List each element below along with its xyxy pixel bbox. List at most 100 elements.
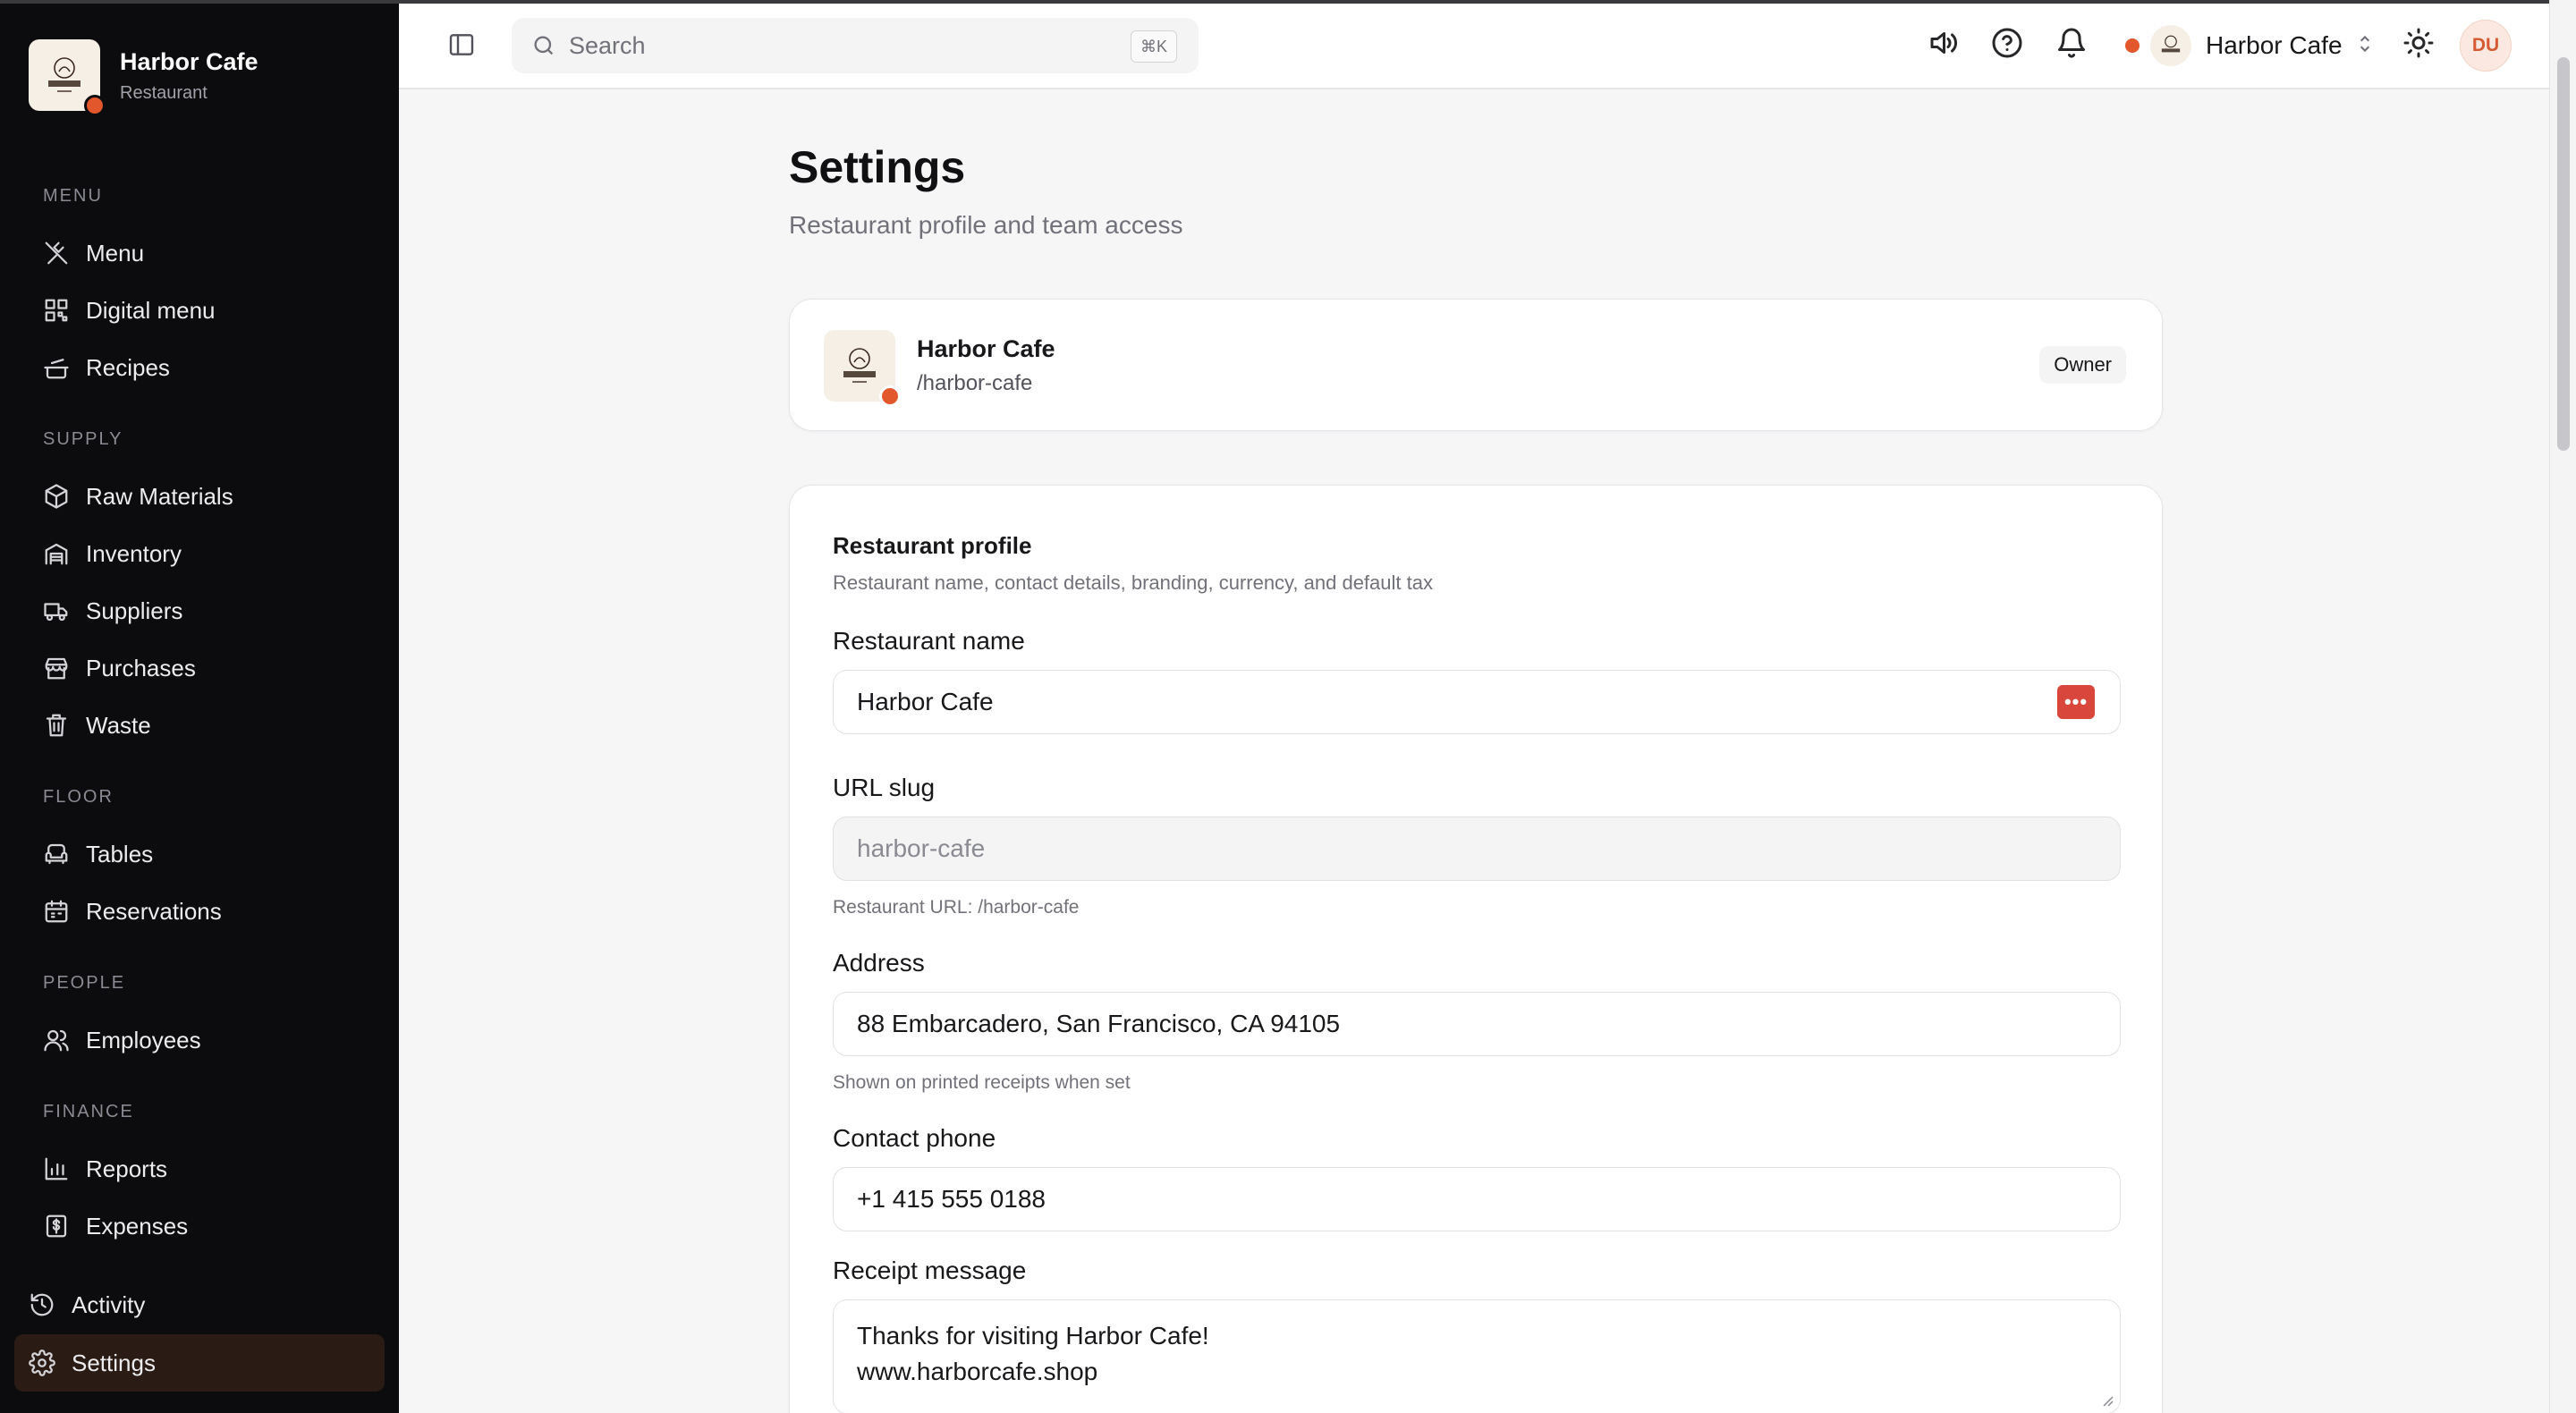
contact-phone-label: Contact phone [833, 1124, 996, 1152]
users-icon [44, 1029, 69, 1052]
restaurant-logo [29, 39, 106, 116]
sidebar-item-label: Menu [86, 239, 145, 267]
volume-icon [1930, 32, 1958, 54]
store-icon [45, 657, 68, 680]
section-label-supply: SUPPLY [43, 429, 123, 449]
restaurant-switcher[interactable]: Harbor Cafe [2125, 21, 2377, 70]
search-input[interactable] [569, 31, 1106, 60]
sidebar-item-raw-materials[interactable]: Raw Materials [43, 471, 233, 521]
password-manager-button[interactable]: ••• [2057, 685, 2095, 719]
theme-toggle-button[interactable] [2402, 27, 2438, 63]
restaurant-name-value: Harbor Cafe [857, 688, 994, 715]
url-slug-label: URL slug [833, 774, 936, 801]
role-badge: Owner [2039, 346, 2126, 384]
contact-phone-field[interactable]: +1 415 555 0188 [833, 1167, 2121, 1231]
notifications-button[interactable] [2055, 27, 2091, 63]
history-icon [30, 1293, 54, 1316]
harbor-logo-icon [843, 348, 876, 383]
sidebar-item-digital-menu[interactable]: Digital menu [43, 285, 216, 335]
address-value: 88 Embarcadero, San Francisco, CA 94105 [857, 1010, 1341, 1037]
sidebar-item-purchases[interactable]: Purchases [43, 643, 196, 693]
sidebar-item-label: Reports [86, 1155, 168, 1182]
bar-chart-icon [45, 1157, 68, 1180]
trash-icon [46, 714, 67, 737]
sidebar-item-waste[interactable]: Waste [43, 700, 151, 750]
sidebar-item-label: Expenses [86, 1212, 189, 1240]
harbor-logo-icon [48, 57, 80, 92]
sidebar-item-label: Tables [86, 840, 154, 867]
harbor-logo-icon [2161, 35, 2181, 53]
url-slug-hint: Restaurant URL: /harbor-cafe [833, 897, 1080, 918]
topbar: ⌘K Harbor Cafe DU [399, 0, 2549, 89]
status-dot [879, 385, 901, 407]
sidebar-item-settings[interactable]: Settings [29, 1338, 156, 1388]
sidebar-item-label: Recipes [86, 353, 170, 381]
utensils-icon [45, 241, 68, 265]
scrollbar-thumb[interactable] [2557, 57, 2570, 451]
sidebar-item-label: Digital menu [86, 296, 216, 324]
organization-logo [824, 330, 901, 407]
package-icon [45, 484, 68, 509]
sidebar-item-label: Inventory [86, 539, 182, 567]
sidebar-item-label: Settings [72, 1349, 156, 1376]
contact-phone-value: +1 415 555 0188 [857, 1185, 1046, 1213]
status-dot [2125, 38, 2140, 53]
more-dots-icon: ••• [2063, 690, 2089, 713]
sidebar-item-label: Employees [86, 1026, 201, 1053]
address-label: Address [833, 949, 925, 977]
sidebar-item-employees[interactable]: Employees [43, 1015, 201, 1065]
section-label-floor: FLOOR [43, 787, 114, 807]
sidebar-item-suppliers[interactable]: Suppliers [43, 586, 182, 636]
bell-icon [2058, 28, 2085, 58]
restaurant-name-field[interactable]: Harbor Cafe ••• [833, 670, 2121, 734]
search-icon [534, 36, 554, 55]
page-subtitle: Restaurant profile and team access [789, 211, 1183, 239]
page-scrollbar[interactable] [2549, 0, 2576, 1413]
truck-icon [44, 603, 68, 622]
section-label-people: PEOPLE [43, 973, 126, 993]
sidebar-item-tables[interactable]: Tables [43, 829, 153, 879]
help-button[interactable] [1991, 27, 2027, 63]
organization-slug: /harbor-cafe [917, 371, 1033, 395]
sidebar: Harbor Cafe Restaurant MENU Menu Digital… [0, 0, 399, 1413]
sidebar-item-activity[interactable]: Activity [29, 1280, 145, 1330]
chevrons-up-down-icon [2343, 32, 2377, 60]
status-dot [84, 95, 106, 116]
receipt-message-line: Thanks for visiting Harbor Cafe! [857, 1322, 1209, 1350]
address-hint: Shown on printed receipts when set [833, 1072, 1131, 1093]
sidebar-item-label: Waste [86, 711, 151, 739]
section-label-menu: MENU [43, 186, 103, 206]
restaurant-switcher-label: Harbor Cafe [2206, 31, 2343, 59]
section-label-finance: FINANCE [43, 1102, 134, 1121]
url-slug-value: harbor-cafe [857, 834, 986, 862]
organization-name: Harbor Cafe [917, 335, 1055, 362]
calendar-icon [45, 900, 68, 923]
receipt-message-label: Receipt message [833, 1256, 1027, 1284]
sound-button[interactable] [1927, 27, 1962, 63]
sidebar-item-expenses[interactable]: Expenses [43, 1201, 188, 1251]
sidebar-item-reservations[interactable]: Reservations [43, 886, 222, 936]
sidebar-item-reports[interactable]: Reports [43, 1144, 167, 1194]
sidebar-item-label: Suppliers [86, 597, 183, 624]
resize-handle-icon[interactable] [2100, 1393, 2114, 1408]
organization-card: Harbor Cafe /harbor-cafe Owner [789, 299, 2163, 431]
restaurant-avatar [2150, 25, 2191, 66]
receipt-dollar-icon [46, 1214, 67, 1238]
receipt-message-textarea[interactable]: Thanks for visiting Harbor Cafe! www.har… [833, 1299, 2121, 1413]
section-title: Restaurant profile [833, 532, 1032, 559]
page-title: Settings [789, 142, 966, 192]
sidebar-item-label: Purchases [86, 654, 196, 681]
search-bar[interactable]: ⌘K [512, 18, 1199, 73]
armchair-icon [45, 843, 68, 865]
brand-header[interactable]: Harbor Cafe Restaurant [29, 39, 258, 116]
sidebar-item-menu[interactable]: Menu [43, 228, 144, 278]
restaurant-name-label: Restaurant name [833, 627, 1025, 655]
restaurant-profile-card: Restaurant profile Restaurant name, cont… [789, 485, 2163, 1413]
qr-code-icon [45, 299, 68, 322]
sidebar-item-recipes[interactable]: Recipes [43, 343, 170, 393]
user-avatar-button[interactable]: DU [2460, 20, 2512, 72]
address-field[interactable]: 88 Embarcadero, San Francisco, CA 94105 [833, 992, 2121, 1056]
sidebar-item-inventory[interactable]: Inventory [43, 529, 182, 579]
sidebar-toggle-button[interactable] [447, 30, 476, 59]
help-circle-icon [1992, 28, 2022, 58]
